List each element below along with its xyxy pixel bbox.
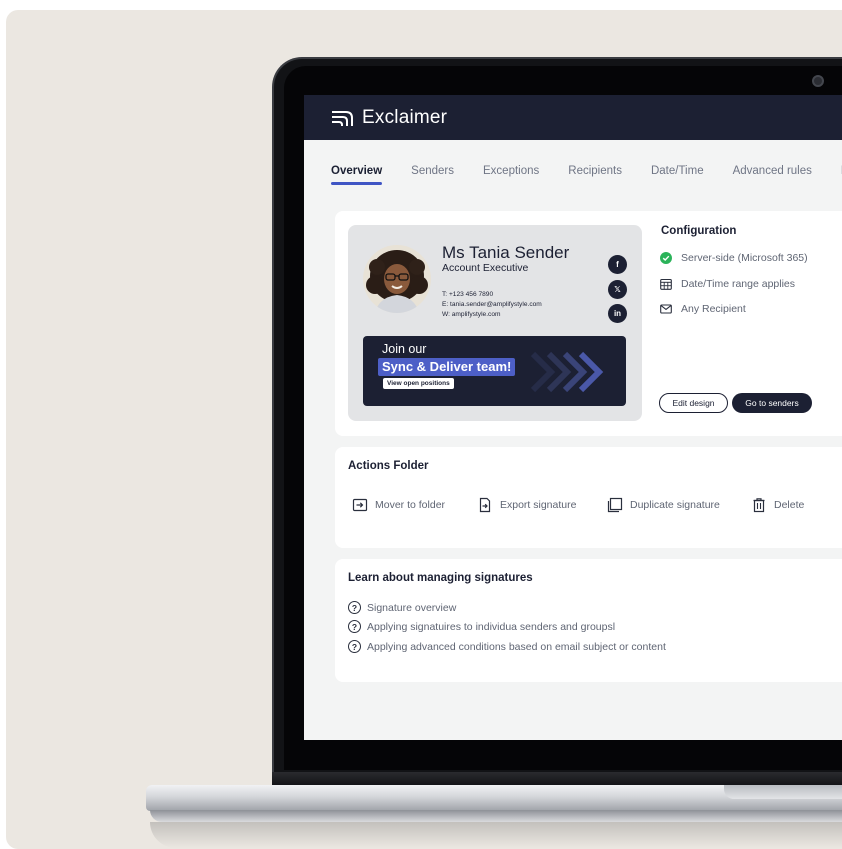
export-signature-action[interactable]: Export signature xyxy=(477,497,576,513)
action-label: Mover to folder xyxy=(375,499,446,511)
laptop-shadow xyxy=(150,822,842,848)
action-label: Duplicate signature xyxy=(630,499,720,511)
laptop-hinge xyxy=(272,772,842,786)
learn-title: Learn about managing signatures xyxy=(348,572,533,584)
envelope-icon xyxy=(660,303,672,315)
configuration-title: Configuration xyxy=(661,225,737,237)
view-positions-button[interactable]: View open positions xyxy=(383,378,454,389)
move-folder-icon xyxy=(352,497,368,513)
learn-card: Learn about managing signatures ? Signat… xyxy=(335,559,842,682)
action-label: Export signature xyxy=(500,499,577,511)
help-link-label: Signature overview xyxy=(367,601,457,614)
laptop-base-lip xyxy=(150,810,842,822)
help-link-label: Applying advanced conditions based on em… xyxy=(367,640,666,653)
tab-bar: Overview Senders Exceptions Recipients D… xyxy=(331,165,842,185)
laptop-screen: Exclaimer Overview Senders Exceptions Re… xyxy=(304,95,842,740)
tab-advanced-rules[interactable]: Advanced rules xyxy=(733,165,812,185)
question-circle-icon: ? xyxy=(348,640,361,653)
duplicate-signature-action[interactable]: Duplicate signature xyxy=(607,497,720,513)
config-item-date-time: Date/Time range applies xyxy=(660,278,795,290)
actions-folder-title: Actions Folder xyxy=(348,460,429,472)
calendar-icon xyxy=(660,278,672,290)
action-label: Delete xyxy=(774,499,805,511)
help-link-advanced-conditions[interactable]: ? Applying advanced conditions based on … xyxy=(348,640,666,653)
banner-line2: Sync & Deliver team! xyxy=(378,358,516,376)
camera-icon xyxy=(812,75,824,87)
help-link-label: Applying signatuires to individua sender… xyxy=(367,620,616,633)
trash-icon xyxy=(751,497,767,513)
signature-phone: T: +123 456 7890 xyxy=(442,291,494,298)
tab-overview[interactable]: Overview xyxy=(331,165,383,185)
exclaimer-logo-icon xyxy=(332,110,353,126)
delete-action[interactable]: Delete xyxy=(751,497,804,513)
move-to-folder-action[interactable]: Mover to folder xyxy=(352,497,445,513)
question-circle-icon: ? xyxy=(348,620,361,633)
x-icon[interactable]: 𝕏 xyxy=(608,280,627,299)
config-item-recipient: Any Recipient xyxy=(660,303,746,315)
signature-banner[interactable]: Join our Sync & Deliver team! View open … xyxy=(363,336,626,406)
overview-card: Ms Tania Sender Account Executive T: +12… xyxy=(335,211,842,436)
check-circle-icon xyxy=(660,252,672,264)
signature-preview: Ms Tania Sender Account Executive T: +12… xyxy=(348,225,642,421)
laptop-notch xyxy=(724,785,842,799)
go-to-senders-button[interactable]: Go to senders xyxy=(732,393,812,413)
help-link-applying-senders[interactable]: ? Applying signatuires to individua send… xyxy=(348,620,615,633)
edit-design-button[interactable]: Edit design xyxy=(659,393,728,413)
config-item-server-side: Server-side (Microsoft 365) xyxy=(660,252,808,264)
tab-senders[interactable]: Senders xyxy=(411,165,454,185)
signature-email: E: tania.sender@amplifystyle.com xyxy=(442,301,542,308)
signature-role: Account Executive xyxy=(442,262,529,274)
chevrons-icon xyxy=(531,351,604,393)
actions-folder-card: Actions Folder Mover to folder Export si… xyxy=(335,447,842,548)
facebook-icon[interactable]: f xyxy=(608,255,627,274)
config-item-label: Any Recipient xyxy=(681,303,746,315)
app-header: Exclaimer xyxy=(304,95,842,140)
question-circle-icon: ? xyxy=(348,601,361,614)
tab-date-time[interactable]: Date/Time xyxy=(651,165,704,185)
config-item-label: Server-side (Microsoft 365) xyxy=(681,252,808,264)
help-link-signature-overview[interactable]: ? Signature overview xyxy=(348,601,456,614)
avatar xyxy=(363,245,431,313)
tab-exceptions[interactable]: Exceptions xyxy=(483,165,539,185)
tab-recipients[interactable]: Recipients xyxy=(568,165,622,185)
export-icon xyxy=(477,497,493,513)
signature-name: Ms Tania Sender xyxy=(442,243,570,262)
linkedin-icon[interactable]: in xyxy=(608,304,627,323)
config-item-label: Date/Time range applies xyxy=(681,278,796,290)
signature-website: W: amplifystyle.com xyxy=(442,311,501,318)
app-title: Exclaimer xyxy=(362,106,448,128)
duplicate-icon xyxy=(607,497,623,513)
banner-line1: Join our xyxy=(382,342,427,356)
